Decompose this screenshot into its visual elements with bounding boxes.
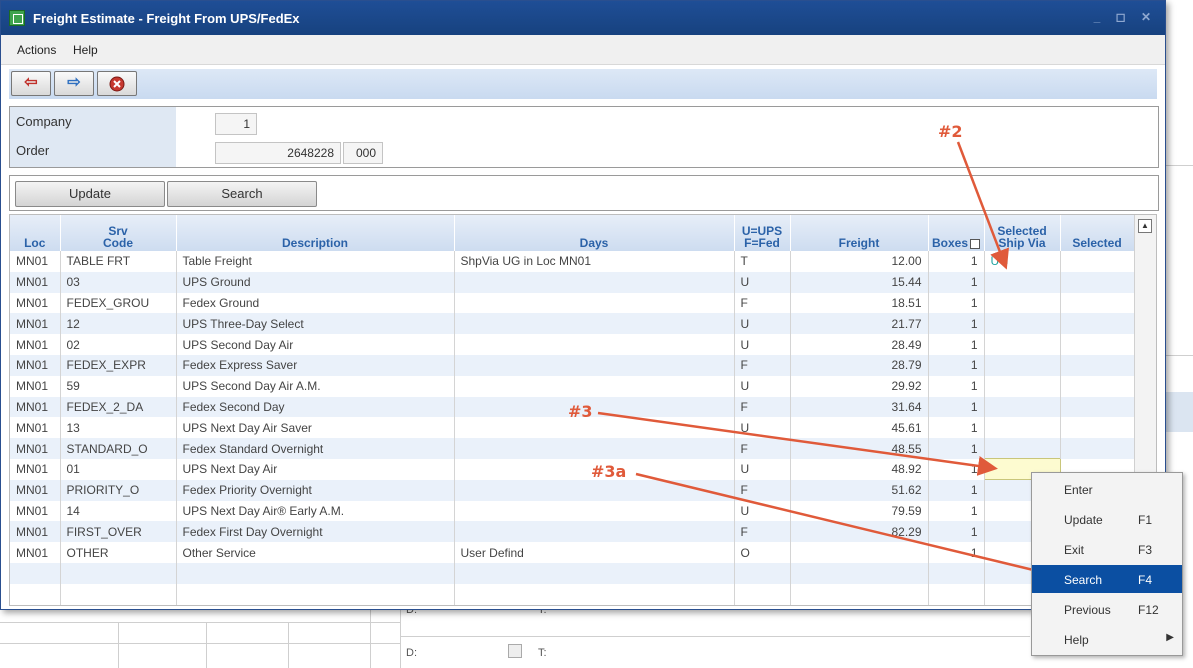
annotation-3a: #3a	[591, 462, 627, 481]
context-menu-item-update[interactable]: Update F1	[1032, 505, 1182, 533]
arrow-3a	[635, 472, 1055, 581]
context-menu-item-search[interactable]: Search F4	[1032, 565, 1182, 593]
arrow-2	[956, 141, 1009, 270]
annotation-3: #3	[568, 402, 593, 421]
annotation-2: #2	[938, 122, 963, 141]
context-menu-item-previous[interactable]: Previous F12	[1032, 595, 1182, 623]
context-menu-label: Enter	[1064, 483, 1093, 497]
context-menu-label: Help	[1064, 633, 1089, 647]
context-menu-label: Update	[1064, 513, 1103, 527]
context-menu-label: Exit	[1064, 543, 1085, 557]
context-menu-shortcut: F12	[1138, 603, 1159, 617]
arrow-3	[597, 411, 998, 476]
context-menu-item-enter[interactable]: Enter	[1032, 475, 1182, 503]
context-menu-label: Search	[1064, 573, 1103, 587]
annotation-arrows	[597, 141, 1055, 581]
context-menu-shortcut: F1	[1138, 513, 1153, 527]
context-menu-item-exit[interactable]: Exit F3	[1032, 535, 1182, 563]
context-menu-shortcut: F3	[1138, 543, 1153, 557]
context-menu-shortcut: F4	[1138, 573, 1153, 587]
submenu-arrow-icon: ▶	[1166, 632, 1174, 643]
context-menu: Enter Update F1 Exit F3 Search F4 Previous F12 He…	[1031, 472, 1183, 656]
context-menu-label: Previous	[1064, 603, 1111, 617]
context-menu-item-help[interactable]: Help ▶	[1032, 625, 1182, 653]
